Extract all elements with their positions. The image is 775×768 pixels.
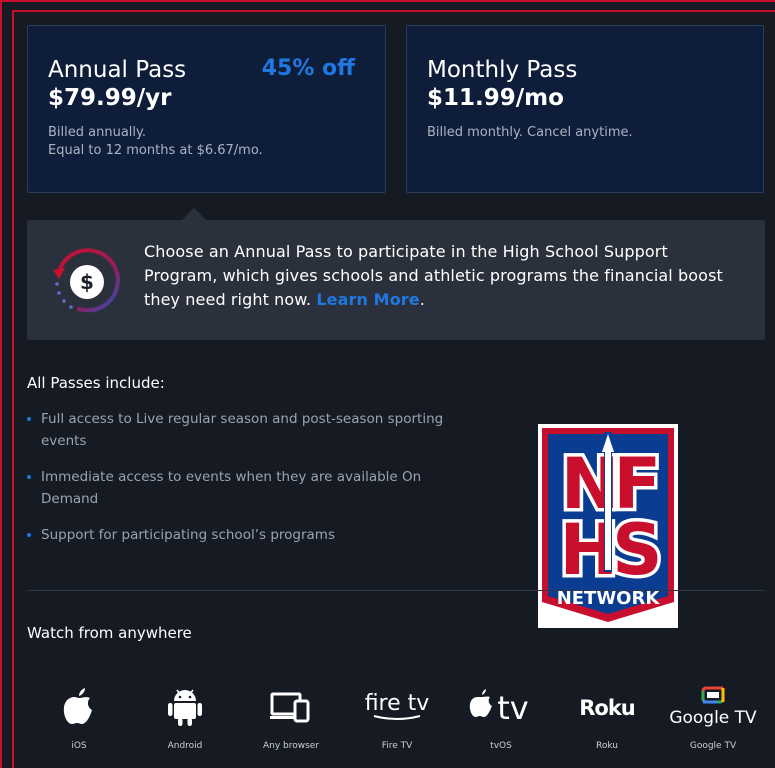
svg-text:$: $ xyxy=(80,270,94,294)
browser-devices-icon xyxy=(270,692,310,723)
feature-item: Full access to Live regular season and p… xyxy=(27,408,467,452)
annual-note-line1: Billed annually. xyxy=(48,125,146,140)
apple-tv-mark: tv xyxy=(497,689,528,725)
device-fire-tv[interactable]: fire tv Fire TV xyxy=(347,684,447,751)
device-label: iOS xyxy=(71,741,87,751)
device-label: Fire TV xyxy=(381,741,413,751)
device-android[interactable]: Android xyxy=(135,684,235,751)
device-label: Android xyxy=(167,741,203,751)
annual-pass-card[interactable]: Annual Pass $79.99/yr 45% off Billed ann… xyxy=(27,25,386,193)
fire-tv-mark: fire tv xyxy=(365,691,430,716)
device-label: Any browser xyxy=(262,741,320,751)
google-tv-icon: Google TV xyxy=(669,686,757,728)
nfhs-network-logo: NF NF HS HS NETWORK xyxy=(538,424,678,628)
promo-suffix: . xyxy=(419,290,425,309)
device-ios[interactable]: iOS xyxy=(29,684,129,751)
device-label: Roku xyxy=(596,741,618,751)
device-roku[interactable]: Roku Roku xyxy=(557,684,657,751)
frame-top-edge xyxy=(12,10,775,12)
dollar-cycle-icon: $ xyxy=(53,248,120,313)
includes-title: All Passes include: xyxy=(27,374,165,392)
roku-icon: Roku xyxy=(579,696,636,720)
device-google-tv[interactable]: Google TV Google TV xyxy=(663,684,763,751)
apple-tv-icon: tv xyxy=(469,689,529,725)
features-list: Full access to Live regular season and p… xyxy=(27,408,467,560)
annual-pass-note: Billed annually. Equal to 12 months at $… xyxy=(48,124,365,160)
monthly-pass-note: Billed monthly. Cancel anytime. xyxy=(427,125,633,140)
logo-network: NETWORK xyxy=(557,588,661,609)
device-browser[interactable]: Any browser xyxy=(241,684,341,751)
learn-more-link[interactable]: Learn More xyxy=(316,290,419,309)
monthly-pass-title: Monthly Pass xyxy=(427,57,578,83)
device-label: tvOS xyxy=(490,741,512,751)
monthly-pass-card[interactable]: Monthly Pass $11.99/mo Billed monthly. C… xyxy=(406,25,764,193)
promo-pointer xyxy=(182,208,206,220)
feature-item: Immediate access to events when they are… xyxy=(27,466,467,510)
roku-mark: Roku xyxy=(579,696,635,720)
android-icon xyxy=(168,689,202,726)
discount-badge: 45% off xyxy=(261,56,355,81)
watch-title: Watch from anywhere xyxy=(27,624,192,642)
apple-icon xyxy=(63,688,92,724)
device-tvos[interactable]: tv tvOS xyxy=(451,684,551,751)
devices-row: iOS Android Any browser fire tv Fire TV … xyxy=(27,684,775,764)
promo-text: Choose an Annual Pass to participate in … xyxy=(144,240,744,312)
support-program-promo: $ Choose an Annual Pass to participate i… xyxy=(27,220,765,340)
feature-item: Support for participating school’s progr… xyxy=(27,524,467,546)
annual-pass-price: $79.99/yr xyxy=(48,85,172,111)
promo-body: Choose an Annual Pass to participate in … xyxy=(144,242,723,309)
google-tv-mark: Google TV xyxy=(669,708,757,728)
fire-tv-icon: fire tv xyxy=(365,691,430,720)
device-label: Google TV xyxy=(689,741,737,751)
monthly-pass-price: $11.99/mo xyxy=(427,85,564,111)
section-divider xyxy=(27,590,765,591)
frame-edge xyxy=(12,10,14,768)
annual-note-line2: Equal to 12 months at $6.67/mo. xyxy=(48,143,263,158)
